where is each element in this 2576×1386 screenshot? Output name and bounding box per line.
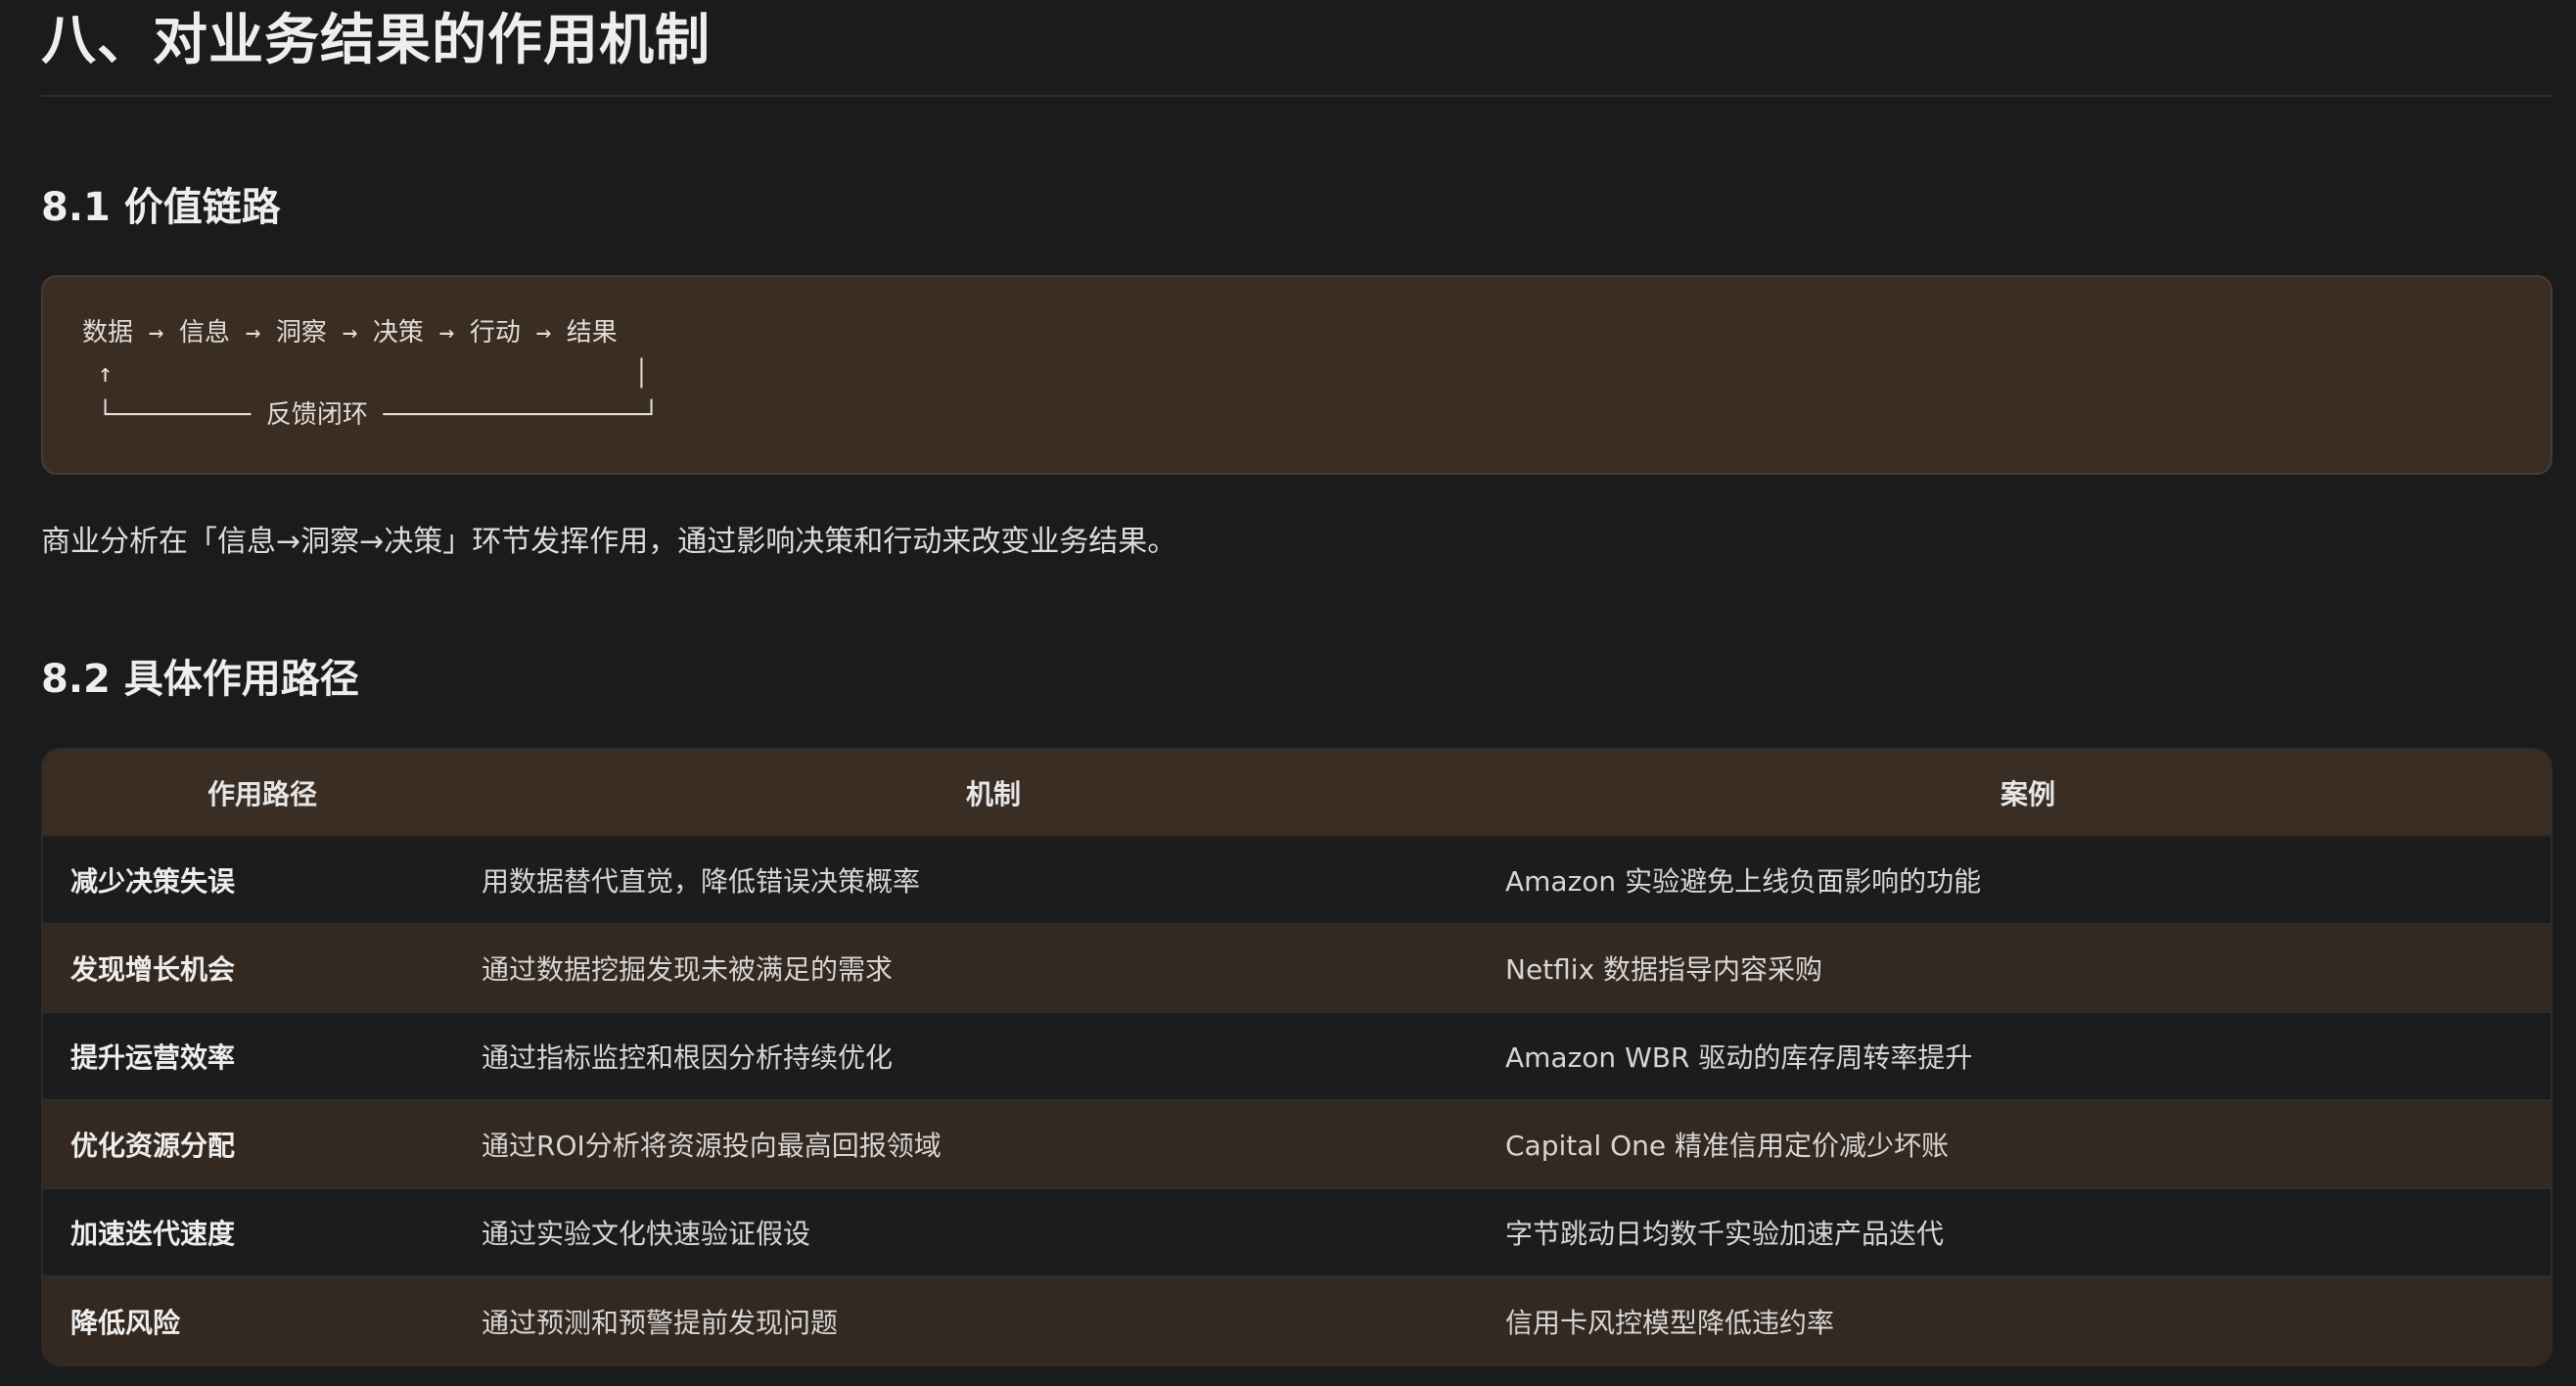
- code-line-1: 数据 → 信息 → 洞察 → 决策 → 行动 → 结果: [82, 318, 618, 347]
- cell-path: 发现增长机会: [70, 953, 236, 986]
- header-path: 作用路径: [43, 750, 482, 837]
- cell-path: 减少决策失误: [70, 865, 236, 898]
- cell-mechanism: 通过指标监控和根因分析持续优化: [482, 1041, 894, 1074]
- value-chain-paragraph: 商业分析在「信息→洞察→决策」环节发挥作用，通过影响决策和行动来改变业务结果。: [41, 525, 1177, 559]
- cell-case: Amazon 实验避免上线负面影响的功能: [1505, 865, 1982, 898]
- cell-case: Amazon WBR 驱动的库存周转率提升: [1505, 1041, 1973, 1074]
- header-mechanism: 机制: [482, 750, 1505, 837]
- cell-path: 降低风险: [70, 1306, 181, 1339]
- cell-case: 信用卡风控模型降低违约率: [1505, 1306, 1835, 1339]
- action-path-table: 作用路径 机制 案例 减少决策失误 用数据替代直觉，降低错误决策概率 Amazo…: [41, 748, 2553, 1366]
- table-row: 减少决策失误 用数据替代直觉，降低错误决策概率 Amazon 实验避免上线负面影…: [43, 836, 2551, 924]
- table-row: 提升运营效率 通过指标监控和根因分析持续优化 Amazon WBR 驱动的库存周…: [43, 1012, 2551, 1100]
- cell-mechanism: 通过预测和预警提前发现问题: [482, 1306, 839, 1339]
- cell-case: Netflix 数据指导内容采购: [1505, 953, 1823, 986]
- cell-path: 提升运营效率: [70, 1041, 236, 1074]
- table-row: 优化资源分配 通过ROI分析将资源投向最高回报领域 Capital One 精准…: [43, 1100, 2551, 1188]
- section-8-heading: 八、对业务结果的作用机制: [41, 9, 711, 72]
- cell-mechanism: 通过实验文化快速验证假设: [482, 1218, 811, 1250]
- code-line-3: └───────── 反馈闭环 ─────────────────┘: [82, 400, 660, 430]
- table-header-row: 作用路径 机制 案例: [43, 750, 2551, 837]
- section-8-2-heading: 8.2 具体作用路径: [41, 657, 359, 702]
- cell-case: 字节跳动日均数千实验加速产品迭代: [1505, 1218, 1945, 1250]
- heading-divider: [41, 95, 2553, 97]
- cell-mechanism: 通过ROI分析将资源投向最高回报领域: [482, 1130, 942, 1162]
- cell-mechanism: 通过数据挖掘发现未被满足的需求: [482, 953, 894, 986]
- table-row: 发现增长机会 通过数据挖掘发现未被满足的需求 Netflix 数据指导内容采购: [43, 924, 2551, 1012]
- table-row: 降低风险 通过预测和预警提前发现问题 信用卡风控模型降低违约率: [43, 1276, 2551, 1364]
- cell-path: 优化资源分配: [70, 1130, 236, 1162]
- cell-mechanism: 用数据替代直觉，降低错误决策概率: [482, 865, 921, 898]
- section-8-1-heading: 8.1 价值链路: [41, 185, 281, 230]
- cell-path: 加速迭代速度: [70, 1218, 236, 1250]
- cell-case: Capital One 精准信用定价减少坏账: [1505, 1130, 1949, 1162]
- value-chain-diagram-text: 数据 → 信息 → 洞察 → 决策 → 行动 → 结果 ↑ │ └───────…: [82, 312, 659, 436]
- table-row: 加速迭代速度 通过实验文化快速验证假设 字节跳动日均数千实验加速产品迭代: [43, 1188, 2551, 1276]
- header-case: 案例: [1505, 750, 2551, 837]
- code-line-2: ↑ │: [82, 359, 650, 389]
- value-chain-code-block: 数据 → 信息 → 洞察 → 决策 → 行动 → 结果 ↑ │ └───────…: [41, 275, 2553, 475]
